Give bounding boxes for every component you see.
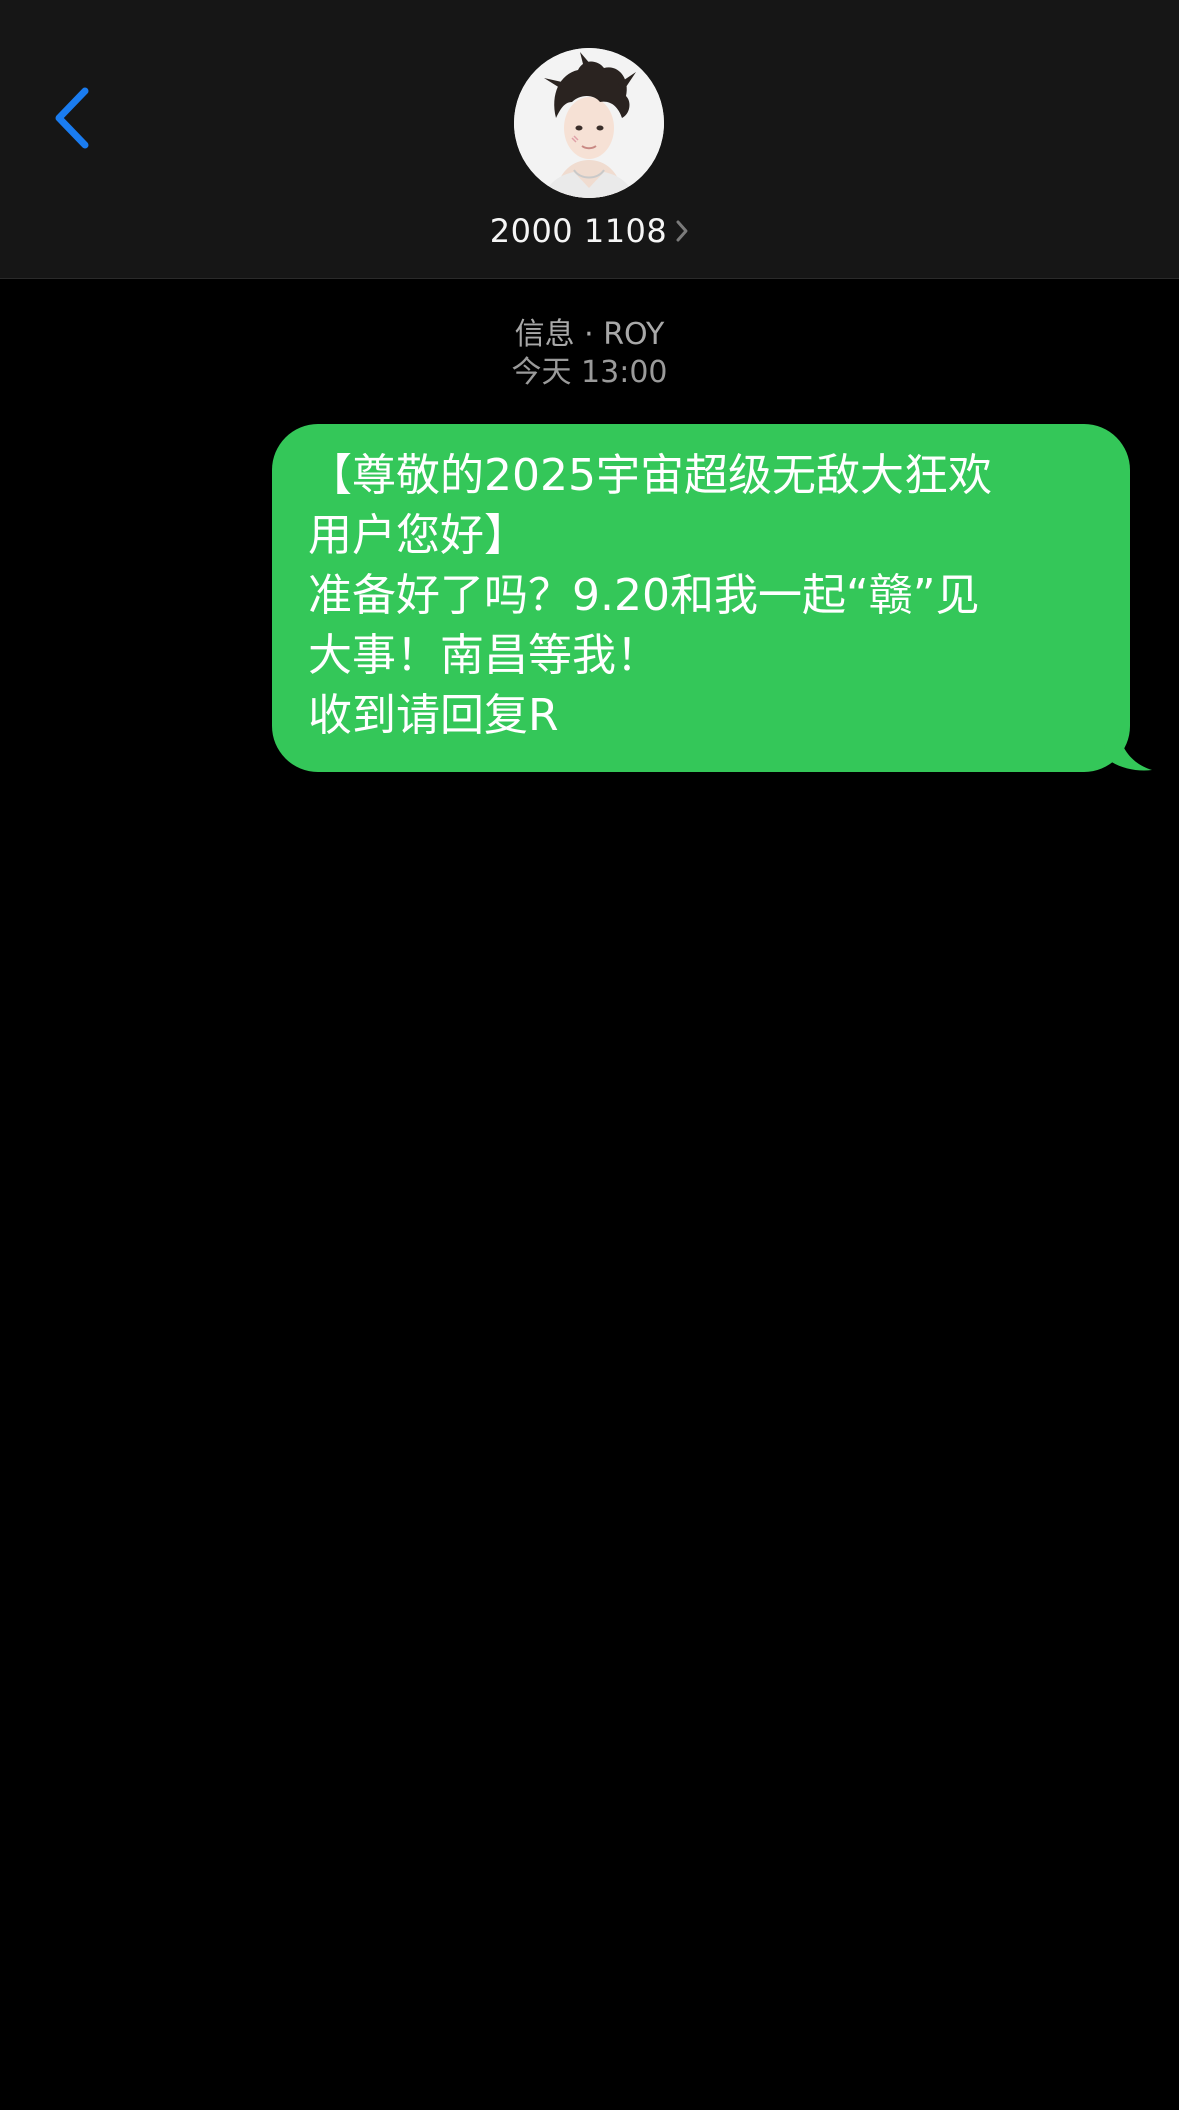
contact-avatar[interactable] [514, 48, 664, 198]
message-line: 收到请回复R [308, 690, 559, 741]
message-service-label: 信息 · ROY [514, 317, 665, 352]
conversation-header: 2000 1108 [0, 0, 1179, 279]
message-bubble-outgoing[interactable]: 【尊敬的2025宇宙超级无敌大狂欢 用户您好】 准备好了吗？9.20和我一起“赣… [272, 424, 1152, 774]
contact-details-button[interactable]: 2000 1108 [0, 212, 1179, 250]
bubble-tail [1102, 728, 1152, 771]
message-timestamp: 今天 13:00 [511, 355, 668, 390]
message-line: 用户您好】 [308, 510, 528, 561]
message-body: 【尊敬的2025宇宙超级无敌大狂欢 用户您好】 准备好了吗？9.20和我一起“赣… [272, 424, 1130, 772]
back-button[interactable] [36, 78, 106, 158]
message-line: 准备好了吗？9.20和我一起“赣”见 [308, 570, 980, 621]
contact-name: 2000 1108 [489, 212, 668, 250]
chevron-right-icon [676, 220, 688, 242]
message-line: 大事！南昌等我！ [308, 630, 660, 681]
avatar-portrait-image [514, 48, 664, 198]
chevron-left-icon [55, 87, 89, 149]
message-line: 【尊敬的2025宇宙超级无敌大狂欢 [308, 450, 992, 501]
thread-meta: 信息 · ROY 今天 13:00 [0, 316, 1179, 392]
